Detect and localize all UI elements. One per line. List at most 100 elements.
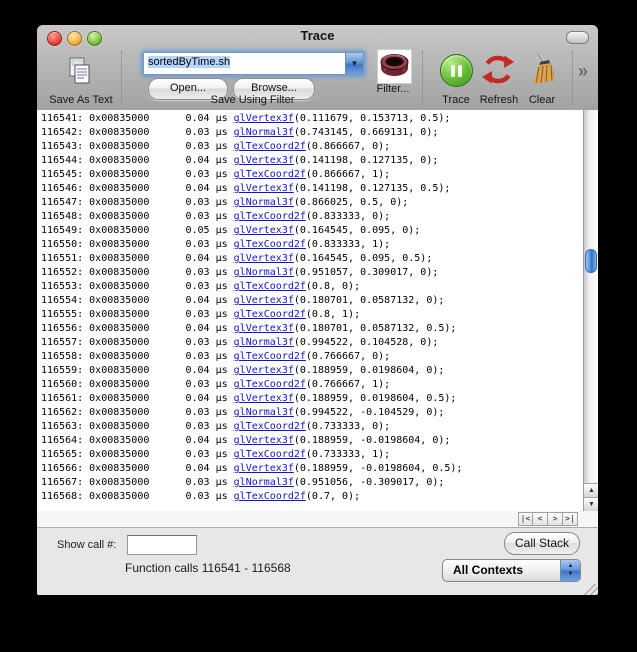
prev-page-button[interactable]: < [533, 512, 548, 526]
scrollbar-thumb[interactable] [585, 249, 597, 273]
trace-row: 116564: 0x00835000 0.04 µs glVertex3f(0.… [41, 434, 583, 448]
call-args: (0.164545, 0.095, 0); [293, 225, 421, 236]
function-link[interactable]: glVertex3f [234, 393, 294, 404]
function-link[interactable]: glTexCoord2f [234, 239, 306, 250]
function-link[interactable]: glNormal3f [234, 477, 294, 488]
function-link[interactable]: glTexCoord2f [234, 379, 306, 390]
refresh-button-label[interactable]: Refresh [474, 94, 524, 106]
call-args: (0.164545, 0.095, 0.5); [293, 253, 433, 264]
combobox-dropdown-button[interactable]: ▼ [345, 53, 363, 74]
call-prefix: 116568: 0x00835000 0.03 µs [41, 491, 234, 502]
title-bar[interactable]: Trace [37, 25, 598, 47]
call-prefix: 116563: 0x00835000 0.03 µs [41, 421, 234, 432]
function-link[interactable]: glVertex3f [234, 295, 294, 306]
call-prefix: 116564: 0x00835000 0.04 µs [41, 435, 234, 446]
trace-row: 116567: 0x00835000 0.03 µs glNormal3f(0.… [41, 476, 583, 490]
function-link[interactable]: glVertex3f [234, 435, 294, 446]
call-args: (0.188959, -0.0198604, 0); [293, 435, 451, 446]
trace-row: 116549: 0x00835000 0.05 µs glVertex3f(0.… [41, 224, 583, 238]
function-link[interactable]: glNormal3f [234, 337, 294, 348]
function-link[interactable]: glTexCoord2f [234, 351, 306, 362]
call-prefix: 116554: 0x00835000 0.04 µs [41, 295, 234, 306]
show-call-input[interactable] [127, 535, 197, 555]
function-call-range-text: Function calls 116541 - 116568 [125, 561, 291, 575]
function-link[interactable]: glNormal3f [234, 267, 294, 278]
trace-button[interactable] [440, 54, 473, 87]
function-link[interactable]: glVertex3f [234, 225, 294, 236]
function-link[interactable]: glTexCoord2f [234, 141, 306, 152]
function-link[interactable]: glVertex3f [234, 323, 294, 334]
function-link[interactable]: glTexCoord2f [234, 309, 306, 320]
function-link[interactable]: glTexCoord2f [234, 491, 306, 502]
toolbar-collapse-button[interactable] [566, 31, 589, 44]
context-popup-button[interactable]: All Contexts ▲ ▼ [442, 559, 581, 582]
function-link[interactable]: glNormal3f [234, 127, 294, 138]
first-page-button[interactable]: |< [518, 512, 533, 526]
call-prefix: 116555: 0x00835000 0.03 µs [41, 309, 234, 320]
toolbar-separator [572, 51, 573, 105]
filter-button-label[interactable]: Filter... [367, 83, 419, 95]
function-link[interactable]: glNormal3f [234, 197, 294, 208]
call-prefix: 116541: 0x00835000 0.04 µs [41, 113, 234, 124]
broom-icon [533, 52, 555, 84]
trace-row: 116551: 0x00835000 0.04 µs glVertex3f(0.… [41, 252, 583, 266]
toolbar-overflow-chevron-icon[interactable]: » [578, 61, 588, 82]
trace-row: 116562: 0x00835000 0.03 µs glNormal3f(0.… [41, 406, 583, 420]
function-link[interactable]: glTexCoord2f [234, 449, 306, 460]
pause-icon [440, 54, 473, 87]
trace-row: 116553: 0x00835000 0.03 µs glTexCoord2f(… [41, 280, 583, 294]
call-args: (0.180701, 0.0587132, 0); [293, 295, 445, 306]
call-prefix: 116547: 0x00835000 0.03 µs [41, 197, 234, 208]
call-args: (0.7, 0); [305, 491, 361, 502]
function-link[interactable]: glNormal3f [234, 407, 294, 418]
trace-row: 116560: 0x00835000 0.03 µs glTexCoord2f(… [41, 378, 583, 392]
call-prefix: 116548: 0x00835000 0.03 µs [41, 211, 234, 222]
call-prefix: 116559: 0x00835000 0.04 µs [41, 365, 234, 376]
vertical-scrollbar[interactable]: ▲ ▼ [583, 110, 598, 511]
call-prefix: 116553: 0x00835000 0.03 µs [41, 281, 234, 292]
call-args: (0.8, 1); [305, 309, 361, 320]
call-args: (0.866667, 1); [305, 169, 391, 180]
refresh-button[interactable] [481, 53, 514, 86]
call-stack-button[interactable]: Call Stack [504, 532, 580, 555]
call-prefix: 116549: 0x00835000 0.05 µs [41, 225, 234, 236]
function-link[interactable]: glTexCoord2f [234, 421, 306, 432]
call-args: (0.866025, 0.5, 0); [293, 197, 409, 208]
function-link[interactable]: glVertex3f [234, 155, 294, 166]
call-args: (0.994522, 0.104528, 0); [293, 337, 439, 348]
function-link[interactable]: glTexCoord2f [234, 281, 306, 292]
save-as-text-icon[interactable] [67, 57, 93, 85]
function-link[interactable]: glTexCoord2f [234, 169, 306, 180]
popup-arrows-icon: ▲ ▼ [560, 560, 580, 581]
toolbar-separator [121, 51, 122, 105]
last-page-button[interactable]: >| [563, 512, 578, 526]
save-as-text-button[interactable]: Save As Text [37, 94, 125, 106]
trace-row: 116554: 0x00835000 0.04 µs glVertex3f(0.… [41, 294, 583, 308]
function-link[interactable]: glVertex3f [234, 253, 294, 264]
resize-grip[interactable] [582, 580, 598, 595]
call-prefix: 116543: 0x00835000 0.03 µs [41, 141, 234, 152]
call-prefix: 116552: 0x00835000 0.03 µs [41, 267, 234, 278]
trace-row: 116555: 0x00835000 0.03 µs glTexCoord2f(… [41, 308, 583, 322]
filename-selected-text: sortedByTime.sh [148, 56, 231, 68]
filter-button[interactable] [377, 49, 412, 84]
call-args: (0.951056, -0.309017, 0); [293, 477, 445, 488]
trace-row: 116559: 0x00835000 0.04 µs glVertex3f(0.… [41, 364, 583, 378]
call-prefix: 116550: 0x00835000 0.03 µs [41, 239, 234, 250]
filename-combobox[interactable]: sortedByTime.sh ▼ [143, 52, 364, 75]
function-link[interactable]: glVertex3f [234, 183, 294, 194]
scroll-down-button[interactable]: ▼ [584, 497, 598, 511]
trace-row: 116541: 0x00835000 0.04 µs glVertex3f(0.… [41, 112, 583, 126]
call-args: (0.833333, 1); [305, 239, 391, 250]
scroll-up-button[interactable]: ▲ [584, 483, 598, 497]
function-link[interactable]: glTexCoord2f [234, 211, 306, 222]
function-link[interactable]: glVertex3f [234, 463, 294, 474]
call-prefix: 116558: 0x00835000 0.03 µs [41, 351, 234, 362]
clear-button[interactable] [526, 52, 559, 85]
clear-button-label[interactable]: Clear [519, 94, 565, 106]
next-page-button[interactable]: > [548, 512, 563, 526]
trace-row: 116544: 0x00835000 0.04 µs glVertex3f(0.… [41, 154, 583, 168]
function-link[interactable]: glVertex3f [234, 113, 294, 124]
function-link[interactable]: glVertex3f [234, 365, 294, 376]
trace-row: 116542: 0x00835000 0.03 µs glNormal3f(0.… [41, 126, 583, 140]
